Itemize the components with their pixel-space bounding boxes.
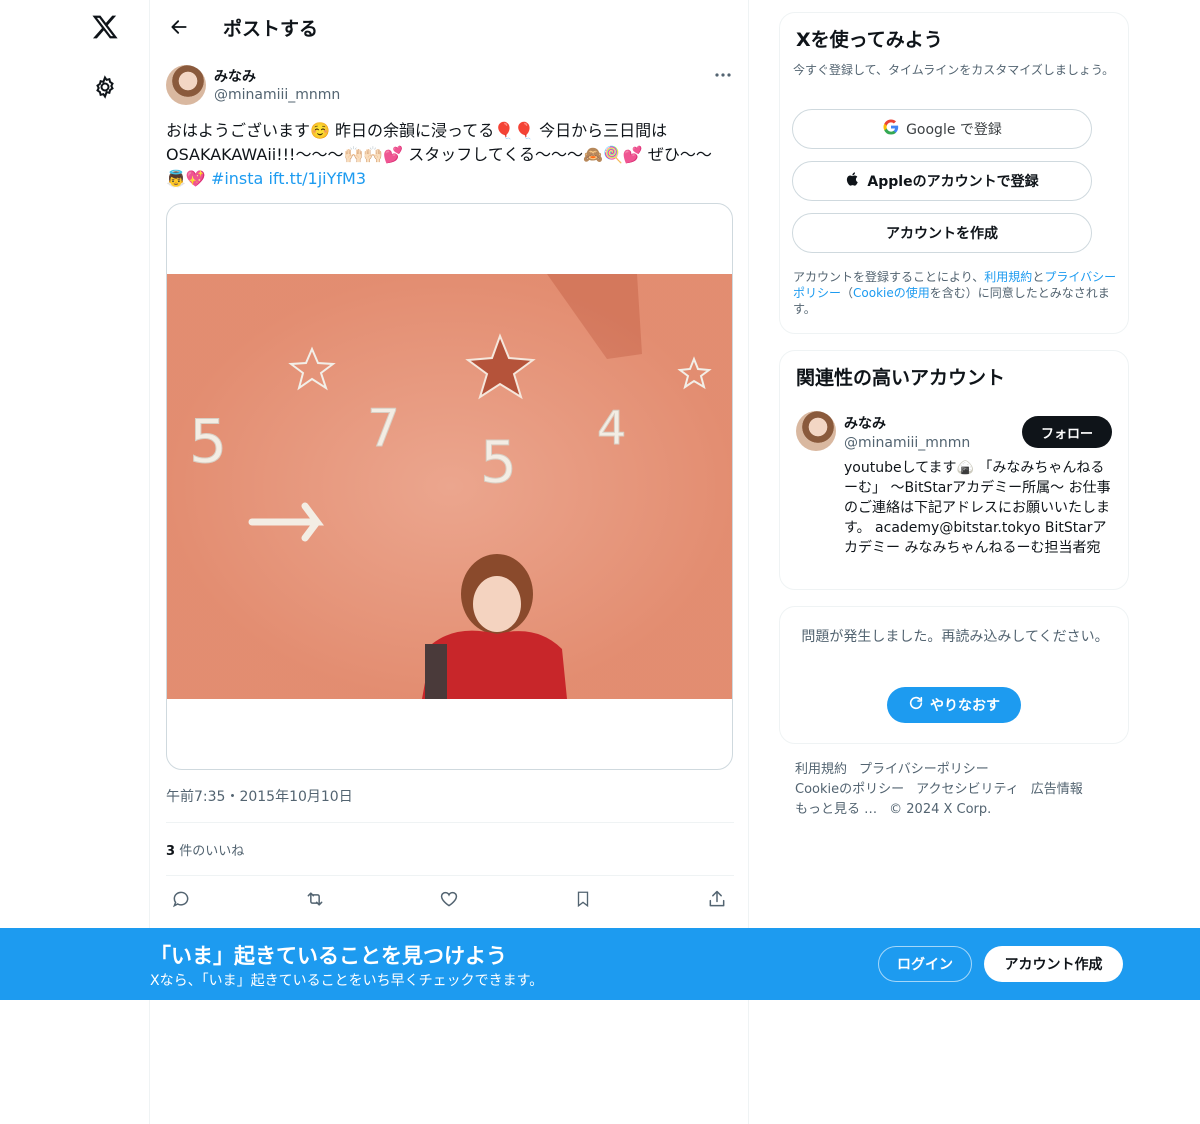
related-account-bio: youtubeしてます🍙 「みなみちゃんねるーむ」 〜BitStarアカデミー所… [844, 460, 1111, 556]
google-icon [882, 118, 900, 140]
apple-icon [845, 170, 861, 192]
author-name[interactable]: みなみ [214, 66, 256, 86]
tweet-photo[interactable]: 5 7 5 4 [166, 203, 733, 770]
terms-mid: と [1032, 270, 1045, 284]
page-title: ポストする [223, 18, 319, 40]
footer-links: 利用規約 プライバシーポリシー Cookieのポリシー アクセシビリティ 広告情報 も… [795, 760, 1125, 820]
author-avatar[interactable] [166, 65, 206, 105]
google-signup-button[interactable]: Google で登録 [792, 109, 1092, 149]
signup-title: Xを使ってみよう [796, 29, 943, 51]
photo-person-face [473, 576, 521, 632]
author-handle[interactable]: @minamiii_mnmn [214, 87, 340, 103]
repost-icon[interactable] [302, 886, 328, 912]
google-signup-label: Google で登録 [906, 122, 1002, 138]
error-card: 問題が発生しました。再読み込みしてください。 やりなおす [779, 606, 1129, 744]
bottom-bar-subtitle: Xなら、「いま」起きていることをいち早くチェックできます。 [150, 973, 544, 989]
follow-button[interactable]: フォロー [1022, 416, 1112, 448]
tweet-timestamp[interactable]: 午前7:35・2015年10月10日 [166, 786, 353, 806]
footer-link[interactable]: プライバシーポリシー [859, 762, 989, 777]
retry-button[interactable]: やりなおす [887, 687, 1021, 723]
photo-number: 7 [367, 399, 400, 459]
reply-icon[interactable] [168, 886, 194, 912]
related-account-handle[interactable]: @minamiii_mnmn [844, 435, 970, 451]
copyright: © 2024 X Corp. [889, 802, 992, 817]
footer-link[interactable]: もっと見る … [795, 802, 877, 817]
error-message: 問題が発生しました。再読み込みしてください。 [801, 629, 1109, 645]
like-heart-icon[interactable] [436, 886, 462, 912]
terms-mid: （ [841, 286, 854, 300]
footer-link[interactable]: 利用規約 [795, 762, 847, 777]
x-logo-icon[interactable] [88, 10, 122, 44]
share-icon[interactable] [704, 886, 730, 912]
more-options-icon[interactable] [712, 64, 734, 86]
signup-subtitle: 今すぐ登録して、タイムラインをカスタマイズしましょう。 [793, 63, 1115, 77]
refresh-icon [908, 695, 924, 715]
cookie-link[interactable]: Cookieの使用 [853, 286, 930, 300]
likes-label: 件のいいね [179, 844, 245, 859]
footer-link[interactable]: アクセシビリティ [916, 782, 1019, 797]
tweet-text: おはようございます☺️ 昨日の余韻に浸ってる🎈🎈 今日から三日間は OSAKAK… [166, 119, 726, 191]
divider [166, 875, 734, 876]
create-account-button[interactable]: アカウントを作成 [792, 213, 1092, 253]
divider [166, 822, 734, 823]
retry-label: やりなおす [930, 698, 1000, 714]
settings-gear-icon[interactable] [88, 70, 122, 104]
likes-number: 3 [166, 844, 176, 859]
terms-link[interactable]: 利用規約 [984, 270, 1032, 284]
related-accounts-card: 関連性の高いアカウント みなみ @minamiii_mnmn フォロー yout… [779, 350, 1129, 590]
signup-button[interactable]: アカウント作成 [984, 946, 1123, 982]
bottom-bar-title: 「いま」起きていることを見つけよう [150, 944, 507, 968]
photo-number: 5 [189, 407, 227, 477]
page-header: ポストする [150, 0, 749, 54]
create-account-label: アカウントを作成 [886, 226, 998, 242]
signup-card: Xを使ってみよう 今すぐ登録して、タイムラインをカスタマイズしましょう。 Goo… [779, 12, 1129, 334]
apple-signup-label: Appleのアカウントで登録 [867, 174, 1039, 190]
photo-person-bag [425, 644, 447, 699]
photo-number: 4 [597, 401, 626, 455]
back-arrow-icon[interactable] [164, 12, 194, 42]
login-button[interactable]: ログイン [878, 946, 972, 982]
tweet-link[interactable]: ift.tt/1jiYfM3 [268, 169, 366, 188]
footer-link[interactable]: 広告情報 [1031, 782, 1083, 797]
bottom-signup-bar: 「いま」起きていることを見つけよう Xなら、「いま」起きていることをいち早くチェ… [0, 928, 1200, 1000]
likes-count[interactable]: 3 件のいいね [166, 840, 244, 859]
related-title: 関連性の高いアカウント [796, 367, 1006, 389]
terms-prefix: アカウントを登録することにより、 [793, 270, 985, 284]
footer-link[interactable]: Cookieのポリシー [795, 782, 904, 797]
photo-number: 5 [480, 428, 517, 496]
related-account-name[interactable]: みなみ [844, 413, 886, 433]
terms-text: アカウントを登録することにより、利用規約とプライバシーポリシー（Cookieの使… [793, 269, 1123, 317]
avatar[interactable] [796, 411, 836, 451]
bookmark-icon[interactable] [570, 886, 596, 912]
tweet-hashtag[interactable]: #insta [211, 169, 263, 188]
apple-signup-button[interactable]: Appleのアカウントで登録 [792, 161, 1092, 201]
